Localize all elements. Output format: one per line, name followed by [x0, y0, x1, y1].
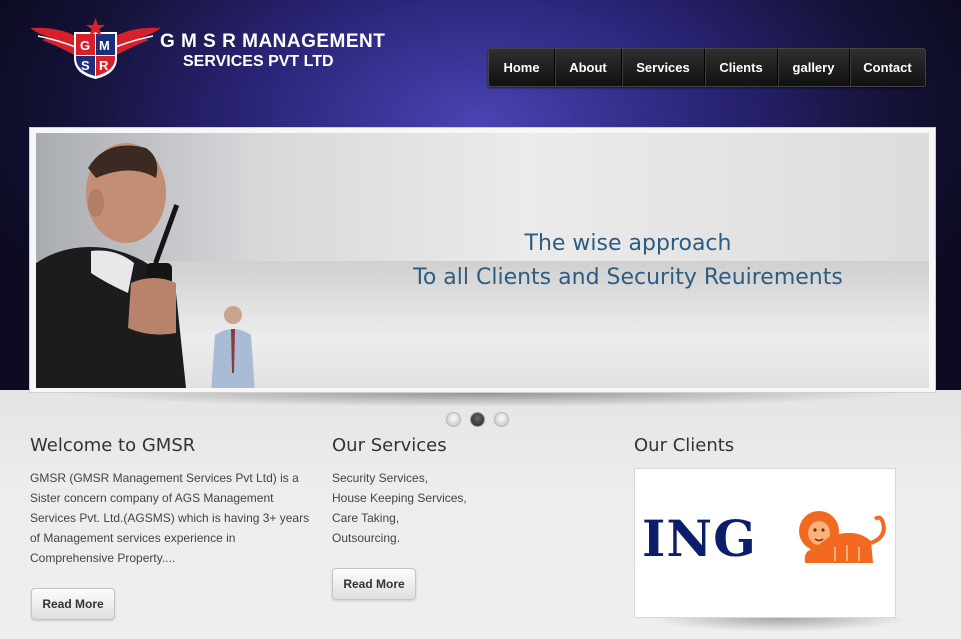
main-nav: Home About Services Clients gallery Cont…	[488, 48, 926, 87]
brand-name-line2: SERVICES PVT LTD	[183, 53, 334, 70]
slider-dot-1[interactable]	[446, 412, 461, 427]
hero-slider: The wise approach To all Clients and Sec…	[29, 127, 936, 393]
logo-letter-s: S	[81, 58, 90, 73]
slider-dots	[446, 412, 509, 427]
nav-gallery[interactable]: gallery	[778, 49, 850, 86]
winged-shield-icon	[30, 18, 161, 79]
slider-dot-3[interactable]	[494, 412, 509, 427]
clients-title: Our Clients	[634, 435, 735, 456]
slide-caption-line1: The wise approach	[524, 231, 732, 256]
security-guard-image	[36, 143, 186, 388]
welcome-section: Welcome to GMSR GMSR (GMSR Management Se…	[30, 435, 315, 568]
service-item: Care Taking,	[332, 511, 400, 525]
clients-section: Our Clients	[634, 435, 914, 468]
ing-logo-text: ING	[642, 509, 757, 568]
services-section: Our Services Security Services, House Ke…	[332, 435, 582, 548]
slide-caption-line2: To all Clients and Security Reuirements	[413, 265, 843, 290]
nav-contact[interactable]: Contact	[850, 49, 925, 86]
client-logo-card[interactable]: ING	[634, 468, 896, 618]
service-item: Security Services,	[332, 471, 429, 485]
slider-dot-2[interactable]	[470, 412, 485, 427]
brand-name-line1: G M S R MANAGEMENT	[160, 31, 386, 52]
service-item: House Keeping Services,	[332, 491, 467, 505]
gmsr-logo[interactable]: G M S R	[28, 18, 163, 80]
welcome-read-more-button[interactable]: Read More	[31, 588, 115, 620]
nav-about[interactable]: About	[555, 49, 622, 86]
services-read-more-button[interactable]: Read More	[332, 568, 416, 600]
slider-shadow	[60, 393, 905, 407]
service-item: Outsourcing.	[332, 531, 401, 545]
nav-services[interactable]: Services	[622, 49, 705, 86]
hero-slide: The wise approach To all Clients and Sec…	[36, 133, 929, 388]
logo-letter-g: G	[80, 38, 91, 53]
logo-letter-r: R	[99, 58, 109, 73]
welcome-title: Welcome to GMSR	[30, 435, 196, 456]
nav-clients[interactable]: Clients	[705, 49, 778, 86]
client-card-shadow	[650, 618, 910, 632]
slide-caption: The wise approach To all Clients and Sec…	[358, 227, 898, 295]
nav-home[interactable]: Home	[489, 49, 555, 86]
logo-letter-m: M	[99, 38, 110, 53]
welcome-text: GMSR (GMSR Management Services Pvt Ltd) …	[30, 471, 310, 565]
ing-lion-icon	[799, 511, 886, 563]
services-title: Our Services	[332, 435, 447, 456]
